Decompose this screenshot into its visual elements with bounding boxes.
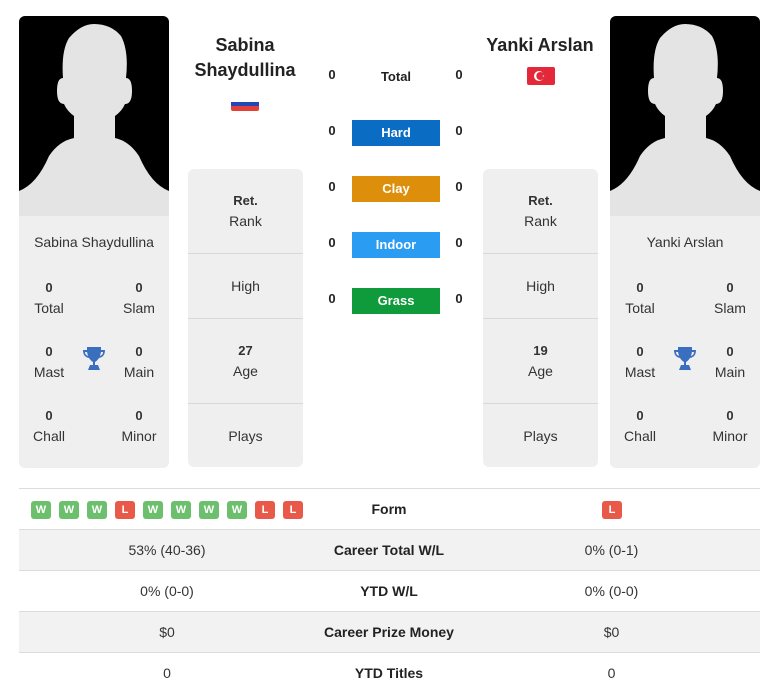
rank-box-right: Ret. Rank High 19 Age Plays [483,169,598,467]
form-badge-win: W [59,501,79,519]
clay-score-right: 0 [455,179,463,194]
indoor-score-left: 0 [328,235,336,250]
plays-cell: Plays [523,428,558,444]
row-label: Career Prize Money [324,624,454,640]
high-cell: High [526,278,555,294]
rank-cell: Ret. Rank [229,193,262,229]
titles-main: 0 Main [714,344,746,380]
titles-challenger: 0 Chall [33,408,65,444]
grass-score-left: 0 [328,291,336,306]
hard-score-left: 0 [328,123,336,138]
form-badge-win: W [199,501,219,519]
titles-minor: 0 Minor [712,408,748,444]
form-badge-win: W [143,501,163,519]
titles-challenger: 0 Chall [624,408,656,444]
hard-score-right: 0 [455,123,463,138]
h2h-total-label: Total [380,69,412,84]
left-value: 0 [163,665,171,681]
row-label: YTD W/L [360,583,418,599]
form-badge-win: W [227,501,247,519]
h2h-total-left: 0 [328,67,336,82]
player-card-name: Sabina Shaydullina [34,234,154,250]
form-row: WWWLWWWWLL Form L [19,488,760,529]
table-row: 0 YTD Titles 0 [19,652,760,693]
player-photo-placeholder [19,16,169,216]
form-badge-loss: L [255,501,275,519]
grass-score-right: 0 [455,291,463,306]
surface-grass[interactable]: Grass [352,288,440,314]
player-name-left[interactable]: Sabina Shaydullina [180,33,310,83]
titles-total: 0 Total [34,280,64,316]
plays-cell: Plays [228,428,263,444]
left-value: 53% (40-36) [128,542,206,558]
clay-score-left: 0 [328,179,336,194]
surface-clay[interactable]: Clay [352,176,440,202]
rank-box-left: Ret. Rank High 27 Age Plays [188,169,303,467]
silhouette-icon [610,24,760,216]
surface-indoor[interactable]: Indoor [352,232,440,258]
right-value: 0 [607,665,616,681]
player-card-name: Yanki Arslan [646,234,724,250]
table-row: $0 Career Prize Money $0 [19,611,760,652]
titles-minor: 0 Minor [121,408,157,444]
form-badge-win: W [171,501,191,519]
table-row: 53% (40-36) Career Total W/L 0% (0-1) [19,529,760,570]
titles-main: 0 Main [123,344,155,380]
table-row: 0% (0-0) YTD W/L 0% (0-0) [19,570,760,611]
indoor-score-right: 0 [455,235,463,250]
high-cell: High [231,278,260,294]
form-badge-loss: L [283,501,303,519]
player-name-right[interactable]: Yanki Arslan [475,33,605,58]
player-card-right: Yanki Arslan 0 Total 0 Slam 0 Mast 0 Main 0C… [610,16,760,468]
left-value: $0 [159,624,175,640]
form-badge-win: W [31,501,51,519]
row-label: Form [371,501,407,517]
form-badge-win: W [87,501,107,519]
age-cell: 19 Age [528,343,553,379]
right-value: 0% (0-0) [584,583,639,599]
titles-masters: 0 Mast [33,344,65,380]
right-value: 0% (0-1) [584,542,639,558]
left-value: 0% (0-0) [140,583,194,599]
row-label: YTD Titles [354,665,424,681]
trophy-icon [673,346,697,372]
player-photo-placeholder [610,16,760,216]
surface-hard[interactable]: Hard [352,120,440,146]
form-badge-loss: L [602,501,622,519]
row-label: Career Total W/L [333,542,445,558]
titles-masters: 0 Mast [624,344,656,380]
russia-flag-icon [231,97,259,111]
titles-total: 0 Total [625,280,655,316]
titles-slam: 0 Slam [123,280,155,316]
turkey-flag-icon [527,67,555,85]
h2h-total-right: 0 [455,67,463,82]
trophy-icon [82,346,106,372]
titles-slam: 0 Slam [714,280,746,316]
form-badge-loss: L [115,501,135,519]
right-value: $0 [603,624,620,640]
age-cell: 27 Age [233,343,258,379]
player-card-left: Sabina Shaydullina 0 Total 0 Slam 0 Mast 0M… [19,16,169,468]
silhouette-icon [19,24,169,216]
rank-cell: Ret. Rank [524,193,557,229]
